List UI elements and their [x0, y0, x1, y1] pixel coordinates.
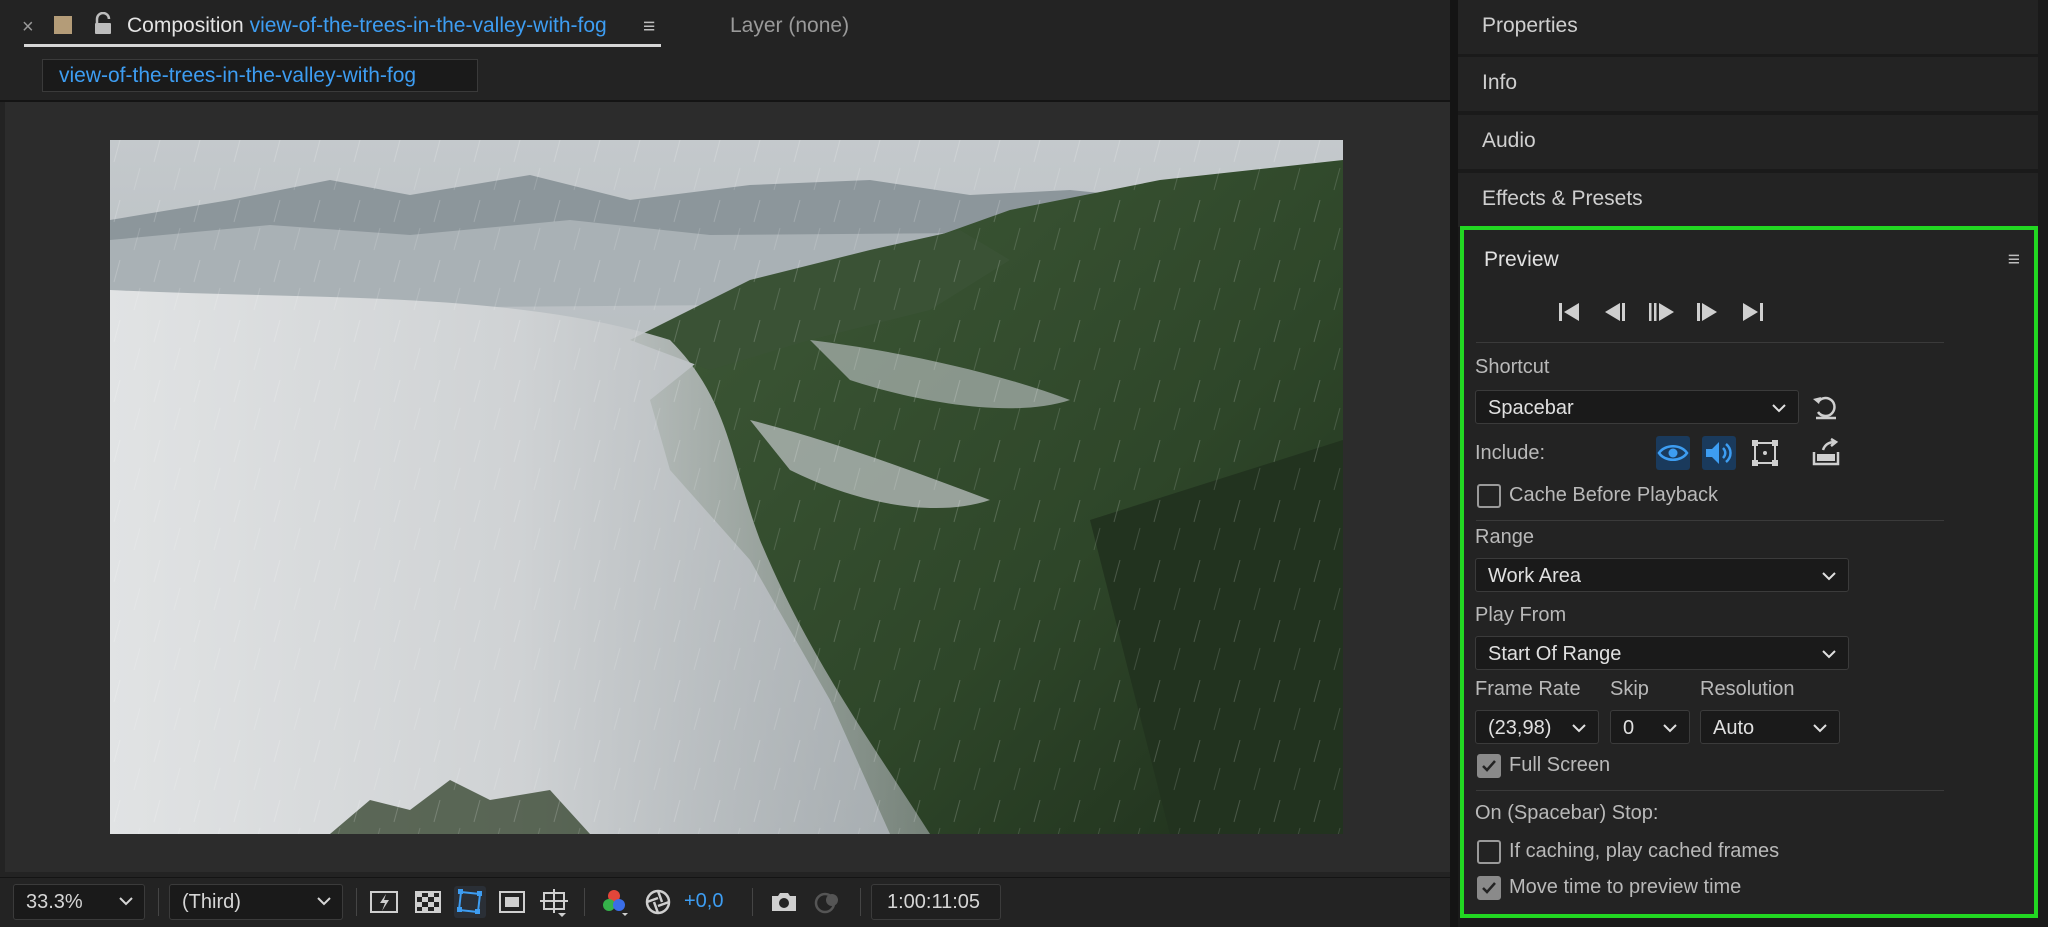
- play-stop-icon[interactable]: [1646, 298, 1676, 326]
- range-value: Work Area: [1488, 565, 1581, 587]
- panel-label: Audio: [1482, 129, 1536, 152]
- cache-before-playback-checkbox[interactable]: [1477, 484, 1501, 508]
- exposure-value[interactable]: +0,0: [684, 890, 723, 913]
- chevron-down-icon: [1663, 724, 1677, 733]
- if-caching-checkbox[interactable]: [1477, 840, 1501, 864]
- stop-behavior-label: On (Spacebar) Stop:: [1475, 802, 1659, 824]
- mask-visibility-icon[interactable]: [454, 886, 486, 918]
- panel-effects-presets[interactable]: Effects & Presets: [1458, 173, 2038, 227]
- resolution-dropdown[interactable]: Auto: [1700, 710, 1840, 744]
- panel-properties[interactable]: Properties: [1458, 0, 2038, 54]
- previous-frame-icon[interactable]: [1600, 298, 1630, 326]
- panel-label: Info: [1482, 71, 1518, 94]
- resolution-label: Resolution: [1700, 678, 1795, 700]
- cache-before-playback-label: Cache Before Playback: [1509, 484, 1719, 506]
- panel-audio[interactable]: Audio: [1458, 115, 2038, 169]
- skip-dropdown[interactable]: 0: [1610, 710, 1690, 744]
- composition-color-swatch[interactable]: [54, 16, 72, 34]
- last-frame-icon[interactable]: [1738, 298, 1768, 326]
- composition-tab-title[interactable]: Composition view-of-the-trees-in-the-val…: [127, 14, 607, 38]
- frame-rate-dropdown[interactable]: (23,98): [1475, 710, 1599, 744]
- first-frame-icon[interactable]: [1554, 298, 1584, 326]
- panel-gutter: [1450, 0, 1458, 927]
- timecode-value: 1:00:11:05: [887, 891, 981, 913]
- composition-tab-name: view-of-the-trees-in-the-valley-with-fog: [249, 14, 607, 37]
- toolbar-separator: [158, 888, 159, 916]
- include-overlays-icon[interactable]: [1748, 436, 1782, 470]
- chevron-down-icon: [1772, 404, 1786, 413]
- magnification-dropdown[interactable]: 33.3%: [13, 884, 145, 920]
- range-label: Range: [1475, 526, 1534, 548]
- resolution-dropdown[interactable]: (Third): [169, 884, 343, 920]
- preview-panel: Preview ≡ Shortcut Spacebar Include: Cac…: [1460, 226, 2038, 918]
- composition-tab-prefix: Composition: [127, 14, 244, 37]
- breadcrumb-label: view-of-the-trees-in-the-valley-with-fog: [59, 64, 417, 87]
- close-tab-icon[interactable]: ×: [22, 16, 34, 39]
- panel-menu-icon[interactable]: ≡: [2008, 248, 2020, 272]
- current-time-display[interactable]: 1:00:11:05: [871, 884, 1001, 920]
- show-snapshot-icon: [814, 892, 838, 914]
- foggy-valley-frame: [110, 140, 1343, 834]
- panel-label: Effects & Presets: [1482, 187, 1643, 210]
- frame-rate-value: (23,98): [1488, 717, 1552, 739]
- exposure-reset-icon[interactable]: [642, 886, 674, 918]
- composition-breadcrumb[interactable]: view-of-the-trees-in-the-valley-with-fog: [42, 59, 478, 92]
- shortcut-label: Shortcut: [1475, 356, 1550, 378]
- magnification-value: 33.3%: [26, 891, 83, 913]
- resolution-value: Auto: [1713, 717, 1755, 739]
- toolbar-separator: [584, 888, 585, 916]
- next-frame-icon[interactable]: [1692, 298, 1722, 326]
- chevron-down-icon: [1813, 724, 1827, 733]
- chevron-down-icon: [1822, 572, 1836, 581]
- full-screen-label: Full Screen: [1509, 754, 1611, 776]
- if-caching-label: If caching, play cached frames: [1509, 840, 1780, 862]
- toolbar-separator: [860, 888, 861, 916]
- toolbar-separator: [752, 888, 753, 916]
- include-audio-speaker-icon[interactable]: [1702, 436, 1736, 470]
- include-video-eye-icon[interactable]: [1656, 436, 1690, 470]
- panel-info[interactable]: Info: [1458, 57, 2038, 111]
- separator: [1476, 790, 1944, 791]
- composition-panel: × Composition view-of-the-trees-in-the-v…: [0, 0, 1450, 927]
- skip-label: Skip: [1610, 678, 1649, 700]
- tab-menu-icon[interactable]: ≡: [643, 15, 655, 39]
- resolution-value: (Third): [182, 891, 241, 913]
- preview-panel-title: Preview: [1484, 248, 1559, 271]
- transparency-grid-icon[interactable]: [412, 886, 444, 918]
- grid-guides-icon[interactable]: [538, 886, 570, 918]
- frame-rate-label: Frame Rate: [1475, 678, 1581, 700]
- shortcut-value: Spacebar: [1488, 397, 1574, 419]
- separator: [1476, 520, 1944, 521]
- chevron-down-icon: [1572, 724, 1586, 733]
- composition-tab-bar: × Composition view-of-the-trees-in-the-v…: [0, 0, 1450, 54]
- snapshot-camera-icon[interactable]: [768, 886, 800, 918]
- move-time-label: Move time to preview time: [1509, 876, 1742, 898]
- skip-value: 0: [1623, 717, 1635, 739]
- play-from-value: Start Of Range: [1488, 643, 1622, 665]
- move-time-checkbox[interactable]: [1477, 876, 1501, 900]
- viewer-toolbar: 33.3% (Third) +0,0 1:00:11:05: [0, 877, 1450, 927]
- include-label: Include:: [1475, 442, 1546, 464]
- tab-layer[interactable]: Layer (none): [730, 14, 849, 38]
- range-dropdown[interactable]: Work Area: [1475, 558, 1849, 592]
- separator: [1476, 342, 1944, 343]
- chevron-down-icon: [119, 897, 133, 906]
- composition-viewer[interactable]: [5, 102, 1450, 872]
- full-screen-checkbox[interactable]: [1477, 754, 1501, 778]
- right-panel-stack: Properties Info Audio Effects & Presets …: [1458, 0, 2048, 927]
- color-channels-icon[interactable]: [598, 886, 630, 918]
- shortcut-dropdown[interactable]: Spacebar: [1475, 390, 1799, 424]
- reset-shortcut-icon[interactable]: [1809, 390, 1843, 424]
- output-export-icon[interactable]: [1809, 436, 1843, 470]
- region-of-interest-icon[interactable]: [496, 886, 528, 918]
- unlock-icon[interactable]: [92, 12, 114, 36]
- panel-label: Properties: [1482, 14, 1578, 37]
- fast-previews-icon[interactable]: [368, 886, 400, 918]
- chevron-down-icon: [1822, 650, 1836, 659]
- play-from-dropdown[interactable]: Start Of Range: [1475, 636, 1849, 670]
- play-from-label: Play From: [1475, 604, 1567, 626]
- active-tab-underline: [24, 44, 661, 47]
- toolbar-separator: [356, 888, 357, 916]
- chevron-down-icon: [317, 897, 331, 906]
